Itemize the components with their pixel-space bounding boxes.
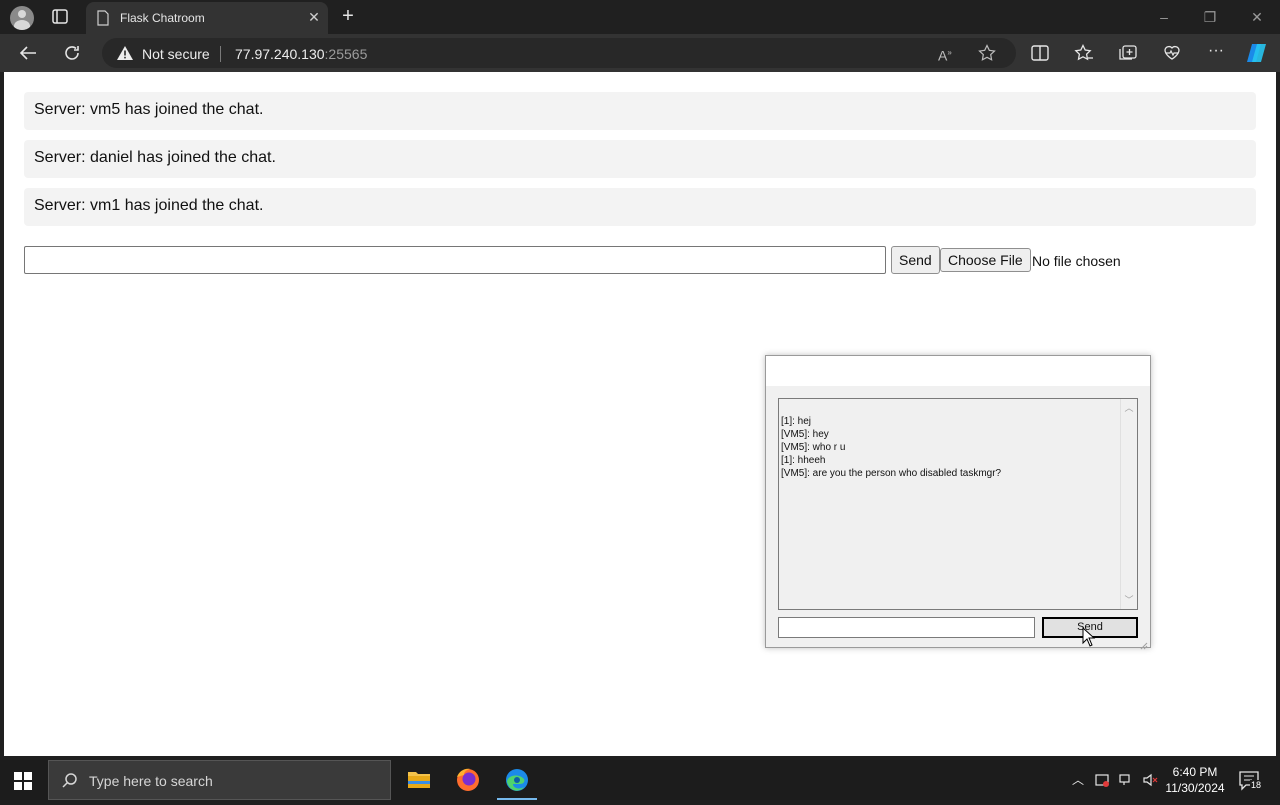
restore-icon[interactable]: ❐ [1200, 8, 1220, 26]
show-hidden-icons-icon[interactable]: ︿ [1070, 772, 1086, 788]
chat-log-scrollbar[interactable]: ︿ ﹀ [1120, 399, 1137, 609]
taskbar-clock[interactable]: 6:40 PM 11/30/2024 [1160, 764, 1230, 796]
windows-start-icon[interactable] [14, 772, 32, 790]
browser-toolbar: Not secure 77.97.240.130:25565 A» ··· [0, 34, 1280, 72]
clock-time: 6:40 PM [1172, 765, 1218, 779]
send-button[interactable]: Send [891, 246, 940, 274]
security-tray-icon[interactable] [1094, 772, 1110, 788]
file-explorer-icon[interactable] [395, 760, 443, 800]
url-host: 77.97.240.130 [235, 46, 325, 62]
mouse-cursor-icon [1082, 626, 1096, 647]
chat-message: Server: daniel has joined the chat. [24, 140, 1256, 178]
scroll-down-icon[interactable]: ﹀ [1124, 595, 1134, 605]
close-window-icon[interactable]: ✕ [1247, 8, 1267, 26]
url-divider [220, 46, 221, 62]
warning-triangle-icon[interactable] [116, 45, 134, 61]
refresh-icon[interactable] [61, 42, 83, 64]
taskbar-search[interactable]: Type here to search [48, 760, 391, 800]
choose-file-button[interactable]: Choose File [940, 248, 1031, 272]
clock-date: 11/30/2024 [1165, 781, 1225, 795]
tab-actions-icon[interactable] [50, 8, 70, 26]
page-icon [96, 10, 110, 26]
url-port: :25565 [324, 46, 368, 62]
security-label[interactable]: Not secure [142, 46, 210, 62]
favorite-star-icon[interactable] [978, 44, 996, 62]
copilot-icon[interactable] [1246, 42, 1270, 64]
browser-essentials-icon[interactable] [1162, 44, 1182, 62]
close-tab-icon[interactable]: ✕ [305, 8, 323, 26]
chat-log[interactable]: [1]: hej [VM5]: hey [VM5]: who r u [1]: … [778, 398, 1138, 610]
chat-log-entry: [1]: hheeh [781, 455, 826, 466]
taskbar: Type here to search ︿ 6:40 PM 11/30/2024… [0, 760, 1280, 800]
network-icon[interactable] [1118, 772, 1134, 788]
search-icon [61, 772, 79, 790]
profile-icon[interactable] [10, 6, 34, 30]
url-text[interactable]: 77.97.240.130:25565 [235, 46, 367, 62]
address-bar[interactable]: Not secure 77.97.240.130:25565 A» [102, 38, 1016, 68]
search-placeholder: Type here to search [89, 773, 213, 789]
file-status-label: No file chosen [1032, 253, 1121, 269]
chat-message: Server: vm1 has joined the chat. [24, 188, 1256, 226]
more-menu-icon[interactable]: ··· [1206, 43, 1226, 62]
read-aloud-icon[interactable]: A» [938, 44, 956, 64]
chat-log-entry: [VM5]: who r u [781, 442, 846, 453]
volume-muted-icon[interactable] [1142, 772, 1158, 788]
notification-center-icon[interactable]: 18 [1238, 770, 1263, 792]
collections-icon[interactable] [1118, 44, 1138, 62]
chat-window: [1]: hej [VM5]: hey [VM5]: who r u [1]: … [765, 355, 1151, 650]
chat-message: Server: vm5 has joined the chat. [24, 92, 1256, 130]
minimize-icon[interactable]: – [1154, 8, 1174, 26]
edge-icon[interactable] [493, 760, 541, 800]
notification-count: 18 [1250, 780, 1263, 790]
chat-log-entry: [VM5]: hey [781, 429, 829, 440]
browser-tab[interactable]: Flask Chatroom ✕ [86, 2, 328, 34]
message-input[interactable] [24, 246, 886, 274]
scroll-up-icon[interactable]: ︿ [1124, 403, 1134, 413]
split-screen-icon[interactable] [1030, 44, 1050, 62]
tab-title: Flask Chatroom [120, 11, 205, 25]
firefox-icon[interactable] [444, 760, 492, 800]
chat-log-entry: [VM5]: are you the person who disabled t… [781, 468, 1002, 479]
chat-window-input[interactable] [778, 617, 1035, 638]
resize-grip-icon[interactable] [1140, 637, 1148, 650]
new-tab-icon[interactable]: + [338, 6, 358, 26]
favorites-icon[interactable] [1074, 44, 1094, 62]
browser-titlebar: Flask Chatroom ✕ + – ❐ ✕ [0, 0, 1280, 34]
back-icon[interactable] [17, 42, 39, 64]
chat-window-titlebar[interactable] [766, 356, 1150, 386]
chat-log-entry: [1]: hej [781, 416, 812, 427]
